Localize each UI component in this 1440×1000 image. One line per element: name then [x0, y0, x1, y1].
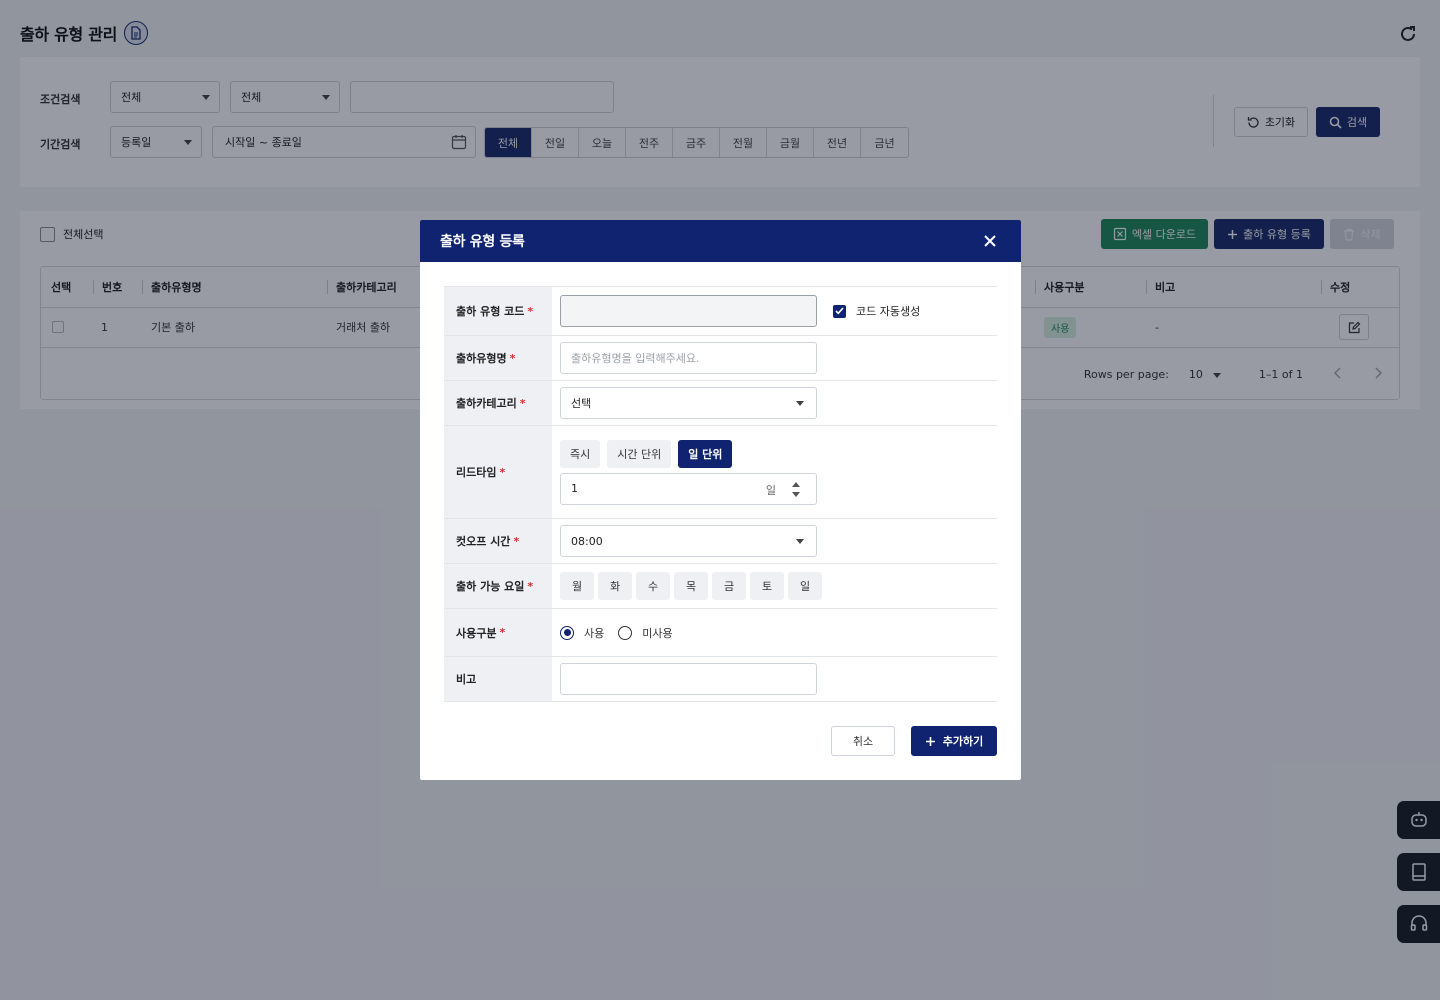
category-label: 출하카테고리	[456, 397, 517, 410]
day-option[interactable]: 화	[598, 572, 632, 600]
cutoff-label: 컷오프 시간	[456, 535, 511, 548]
day-option[interactable]: 수	[636, 572, 670, 600]
required-mark: *	[527, 304, 534, 318]
register-form: 출하 유형 코드 * 코드 자동생성 출하유형명 * 출하유형명을 입력해주세요. …	[444, 286, 997, 702]
usage-radio-group: 사용 미사용	[560, 625, 673, 641]
close-icon[interactable]	[983, 234, 997, 248]
day-option[interactable]: 월	[560, 572, 594, 600]
usage-radio[interactable]: 사용	[560, 625, 604, 641]
usage-radio[interactable]: 미사용	[618, 625, 673, 641]
lead-time-option[interactable]: 시간 단위	[607, 439, 672, 468]
form-row-cutoff: 컷오프 시간 * 08:00	[444, 519, 997, 564]
name-label: 출하유형명	[456, 352, 507, 365]
form-row-code: 출하 유형 코드 * 코드 자동생성	[444, 287, 997, 336]
checkbox-checked-icon[interactable]	[833, 304, 846, 318]
lead-time-input[interactable]: 1 일	[560, 472, 817, 505]
submit-button[interactable]: 추가하기	[911, 726, 997, 756]
day-options: 월화수목금토일	[560, 572, 822, 600]
stepper[interactable]	[792, 481, 800, 497]
cutoff-select[interactable]: 08:00	[560, 525, 817, 557]
modal-header: 출하 유형 등록	[420, 220, 1021, 262]
modal-title: 출하 유형 등록	[440, 234, 525, 250]
cancel-button[interactable]: 취소	[831, 726, 895, 756]
radio-icon[interactable]	[618, 625, 633, 640]
form-row-category: 출하카테고리 * 선택	[444, 381, 997, 426]
day-option[interactable]: 목	[674, 572, 708, 600]
radio-icon[interactable]	[560, 625, 574, 640]
day-option[interactable]: 금	[712, 572, 746, 600]
form-row-name: 출하유형명 * 출하유형명을 입력해주세요.	[444, 336, 997, 381]
form-row-lead-time: 리드타임 * 즉시 시간 단위 일 단위 1 일	[444, 426, 997, 519]
day-option[interactable]: 일	[788, 572, 822, 600]
form-row-days: 출하 가능 요일 * 월화수목금토일	[444, 564, 997, 609]
category-select[interactable]: 선택	[560, 387, 817, 419]
note-label: 비고	[456, 673, 477, 686]
lead-time-option[interactable]: 즉시	[560, 439, 601, 468]
lead-time-options: 즉시 시간 단위 일 단위	[560, 439, 733, 468]
plus-icon	[925, 736, 935, 746]
shipping-type-register-modal: 출하 유형 등록 출하 유형 코드 * 코드 자동생성 출하유형명 * 출하유형명을…	[420, 220, 1021, 780]
usage-label: 사용구분	[456, 626, 497, 640]
form-row-usage: 사용구분 * 사용 미사용	[444, 609, 997, 657]
auto-code-checkbox[interactable]: 코드 자동생성	[833, 303, 920, 319]
note-input[interactable]	[560, 663, 817, 695]
chevron-down-icon	[792, 491, 800, 497]
lead-time-option[interactable]: 일 단위	[678, 439, 733, 468]
chevron-down-icon	[796, 401, 804, 406]
name-input[interactable]: 출하유형명을 입력해주세요.	[560, 342, 817, 374]
day-option[interactable]: 토	[750, 572, 784, 600]
code-label: 출하 유형 코드	[456, 305, 525, 318]
code-input[interactable]	[560, 295, 817, 327]
form-row-note: 비고	[444, 657, 997, 702]
lead-time-label: 리드타임	[456, 466, 497, 479]
days-label: 출하 가능 요일	[456, 580, 525, 593]
chevron-down-icon	[796, 539, 804, 544]
chevron-up-icon	[792, 481, 800, 487]
